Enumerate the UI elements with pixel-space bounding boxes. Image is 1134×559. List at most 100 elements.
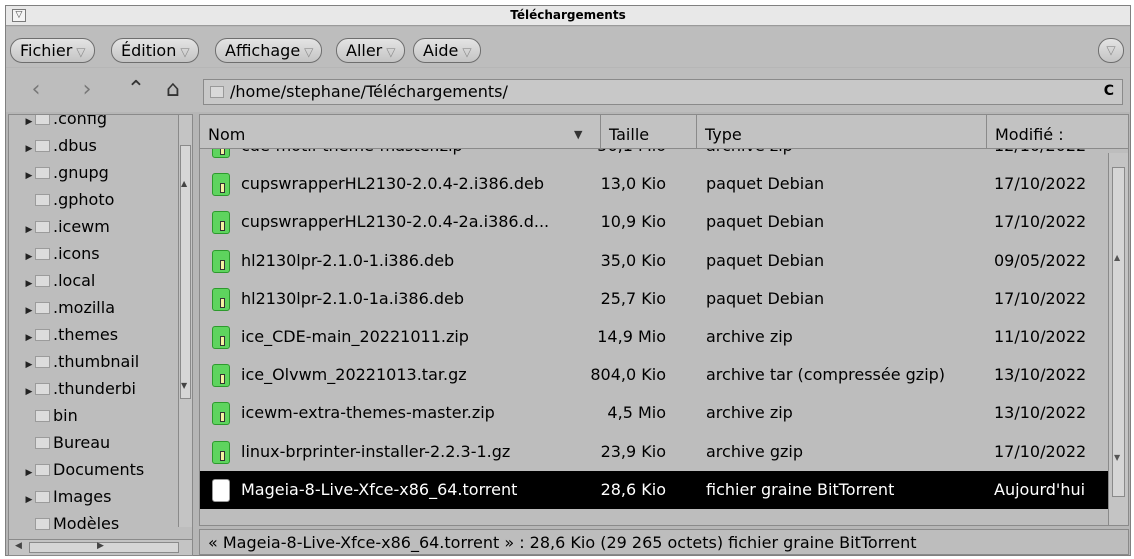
tree-item[interactable]: ▶ .config: [23, 115, 107, 134]
tree-item-label: .dbus: [53, 136, 97, 155]
menu-label: Fichier: [20, 41, 73, 60]
file-date: 17/10/2022: [994, 441, 1087, 461]
tree-item[interactable]: ▶ .icewm: [23, 215, 110, 239]
up-arrow-icon: ⌃: [126, 77, 146, 102]
expand-arrow-icon[interactable]: ▶: [23, 272, 35, 296]
tree-item[interactable]: ▶ .dbus: [23, 134, 97, 158]
file-size: 35,0 Kio: [600, 250, 666, 270]
file-row[interactable]: hl2130lpr-2.1.0-1.i386.deb 35,0 Kio paquet…: [200, 242, 1108, 280]
file-row[interactable]: ice_CDE-main_20221011.zip 14,9 Mio archive…: [200, 318, 1108, 356]
column-header-size[interactable]: Taille: [601, 115, 697, 149]
tree-vertical-scrollbar[interactable]: ▲ ▼: [178, 115, 192, 527]
expand-arrow-icon[interactable]: ▶: [23, 115, 35, 134]
file-row[interactable]: cupswrapperHL2130-2.0.4-2a.i386.d... 10,9…: [200, 203, 1108, 241]
menu-fichier[interactable]: Fichier ▽: [10, 38, 95, 63]
file-size: 25,7 Kio: [600, 288, 666, 308]
tree-item-label: Bureau: [53, 433, 111, 452]
expand-arrow-icon[interactable]: ▶: [23, 353, 35, 377]
tree-item-label: .icewm: [53, 217, 110, 236]
tree-item[interactable]: ▶ .gnupg: [23, 161, 109, 185]
column-label: Type: [705, 125, 742, 144]
tree-item[interactable]: ▶ .themes: [23, 323, 119, 350]
column-header-modified[interactable]: Modifié :: [987, 115, 1128, 149]
reload-icon[interactable]: C: [1104, 83, 1114, 99]
scroll-left-icon[interactable]: ◀: [15, 541, 22, 551]
tree-item-label: .gnupg: [53, 163, 109, 182]
navigation-bar: ‹ › ⌃ ⌂ /home/stephane/Téléchargements/ …: [6, 68, 1130, 112]
scrollbar-thumb[interactable]: [29, 542, 179, 553]
file-size: 14,9 Mio: [597, 327, 666, 346]
tree-item[interactable]: ▶ .thunderbi: [23, 377, 136, 401]
scroll-down-icon[interactable]: ▼: [1114, 453, 1120, 462]
menubar-overflow-button[interactable]: ▽: [1098, 38, 1124, 63]
home-button[interactable]: ⌂: [159, 77, 187, 103]
location-path[interactable]: /home/stephane/Téléchargements/: [230, 82, 508, 101]
scroll-up-icon[interactable]: ▲: [1114, 253, 1120, 262]
file-name: cupswrapperHL2130-2.0.4-2.i386.deb: [241, 174, 545, 194]
tree-item[interactable]: Modèles: [35, 512, 119, 536]
tree-item[interactable]: ▶ Images: [23, 485, 112, 512]
expand-arrow-icon[interactable]: ▶: [23, 245, 35, 269]
expand-arrow-icon[interactable]: ▶: [23, 137, 35, 161]
tree-item[interactable]: ▶ Documents: [23, 458, 145, 485]
file-type: archive tar (compressée gzip): [706, 365, 946, 385]
folder-icon: [35, 115, 50, 125]
tree-item[interactable]: bin: [35, 404, 78, 428]
title-bar[interactable]: ▽ Téléchargements: [6, 6, 1130, 26]
tree-item[interactable]: ▶ .local: [23, 269, 96, 296]
file-type: archive zip: [706, 403, 793, 423]
chevron-down-icon: ▽: [1106, 43, 1116, 57]
expand-arrow-icon[interactable]: ▶: [23, 218, 35, 242]
tree-item[interactable]: .gphoto: [35, 188, 114, 212]
scrollbar-thumb[interactable]: [1112, 167, 1125, 497]
file-date: 17/10/2022: [994, 212, 1087, 232]
forward-button[interactable]: ›: [73, 77, 101, 103]
scroll-right-icon[interactable]: ▶: [97, 541, 104, 551]
folder-icon: [35, 167, 50, 179]
column-header-row: Nom ▼ Taille Type Modifié :: [200, 115, 1128, 149]
file-row[interactable]: Mageia-8-Live-Xfce-x86_64.torrent 28,6 Ki…: [200, 470, 1108, 509]
file-name: cde-motif-theme-master.zip: [241, 149, 463, 165]
location-bar[interactable]: /home/stephane/Téléchargements/ C: [203, 79, 1123, 105]
menu-aide[interactable]: Aide ▽: [413, 38, 481, 63]
file-list: Nom ▼ Taille Type Modifié : cde-motif-th…: [199, 114, 1129, 526]
file-row[interactable]: cde-motif-theme-master.zip 56,1 Mio archiv…: [200, 149, 1108, 165]
file-name: hl2130lpr-2.1.0-1.i386.deb: [241, 250, 455, 270]
tree-item[interactable]: Bureau: [35, 431, 110, 455]
column-header-name[interactable]: Nom: [200, 115, 601, 149]
scroll-up-icon[interactable]: ▲: [181, 179, 187, 188]
up-button[interactable]: ⌃: [122, 77, 150, 103]
expand-arrow-icon[interactable]: ▶: [23, 299, 35, 323]
folder-icon: [210, 86, 224, 98]
file-row[interactable]: icewm-extra-themes-master.zip 4,5 Mio arch…: [200, 394, 1108, 432]
tree-item-label: .thumbnail: [53, 352, 140, 371]
scroll-down-icon[interactable]: ▼: [181, 381, 187, 390]
expand-arrow-icon[interactable]: ▶: [23, 488, 35, 512]
file-icon: [212, 478, 230, 502]
menu-edition[interactable]: Édition ▽: [111, 38, 199, 63]
file-type: archive zip: [706, 149, 793, 165]
file-date: Aujourd'hui: [994, 479, 1086, 499]
menu-aller[interactable]: Aller ▽: [336, 38, 405, 63]
tree-item[interactable]: ▶ .mozilla: [23, 296, 115, 320]
tree-horizontal-scrollbar[interactable]: ◀ ▶: [9, 539, 192, 555]
expand-arrow-icon[interactable]: ▶: [23, 380, 35, 404]
file-size: 23,9 Kio: [600, 441, 666, 461]
file-row[interactable]: ice_Olvwm_20221013.tar.gz 804,0 Kio archiv…: [200, 356, 1108, 394]
file-type: paquet Debian: [706, 250, 825, 270]
tree-item[interactable]: ▶ .thumbnail: [23, 350, 140, 377]
file-date: 11/10/2022: [994, 327, 1087, 346]
menu-affichage[interactable]: Affichage ▽: [215, 38, 323, 63]
back-button[interactable]: ‹: [22, 77, 50, 103]
tree-item[interactable]: ▶ .icons: [23, 242, 100, 266]
file-list-vertical-scrollbar[interactable]: ▲ ▼: [1108, 153, 1128, 525]
file-row[interactable]: cupswrapperHL2130-2.0.4-2.i386.deb 13,0 K…: [200, 165, 1108, 203]
expand-arrow-icon[interactable]: ▶: [23, 326, 35, 350]
file-row[interactable]: linux-brprinter-installer-2.2.3-1.gz 23,9…: [200, 433, 1108, 471]
tree-item-label: Modèles: [53, 514, 120, 533]
expand-arrow-icon[interactable]: ▶: [23, 164, 35, 188]
column-header-type[interactable]: Type: [697, 115, 987, 149]
file-name: ice_CDE-main_20221011.zip: [241, 327, 469, 346]
expand-arrow-icon[interactable]: ▶: [23, 461, 35, 485]
file-row[interactable]: hl2130lpr-2.1.0-1a.i386.deb 25,7 Kio paque…: [200, 280, 1108, 318]
